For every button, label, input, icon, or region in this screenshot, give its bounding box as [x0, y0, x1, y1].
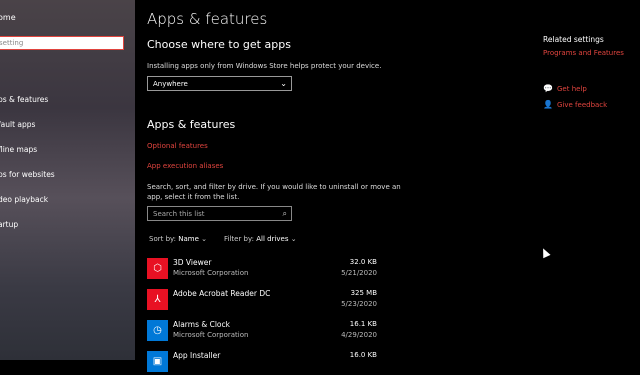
app-row[interactable]: ⅄ Adobe Acrobat Reader DC 325 MB 5/23/20…: [147, 287, 377, 313]
choose-heading: Choose where to get apps: [147, 38, 291, 51]
app-execution-aliases-link[interactable]: App execution aliases: [147, 162, 223, 170]
page-title: Apps & features: [147, 10, 268, 28]
sidebar-item-offline-maps[interactable]: fline maps: [0, 145, 37, 154]
box-icon: ▣: [147, 351, 168, 372]
chevron-down-icon: ⌄: [280, 79, 287, 88]
app-publisher: Microsoft Corporation: [173, 269, 249, 277]
mouse-cursor: [539, 246, 551, 259]
sidebar-item-default-apps[interactable]: fault apps: [0, 120, 35, 129]
app-date: 4/29/2020: [341, 331, 377, 339]
app-size: 325 MB: [350, 289, 377, 297]
give-feedback-label: Give feedback: [557, 101, 608, 109]
app-list-search-input[interactable]: Search this list ⌕: [147, 206, 292, 221]
app-date: 5/21/2020: [341, 269, 377, 277]
search-description-line2: app, select it from the list.: [147, 193, 240, 201]
get-help-label: Get help: [557, 85, 587, 93]
app-name: 3D Viewer: [173, 258, 212, 267]
give-feedback-link[interactable]: 👤 Give feedback: [543, 100, 607, 109]
app-name: App Installer: [173, 351, 221, 360]
app-row[interactable]: ◷ Alarms & Clock Microsoft Corporation 1…: [147, 318, 377, 344]
sidebar-item-video-playback[interactable]: deo playback: [0, 195, 48, 204]
programs-and-features-link[interactable]: Programs and Features: [543, 49, 624, 57]
sidebar-item-startup[interactable]: artup: [0, 220, 18, 229]
search-placeholder: Search this list: [153, 210, 205, 218]
sort-label: Sort by:: [149, 235, 177, 243]
main-panel: Apps & features Choose where to get apps…: [135, 0, 640, 372]
sidebar-home[interactable]: ome: [0, 13, 16, 22]
app-row[interactable]: ⬡ 3D Viewer Microsoft Corporation 32.0 K…: [147, 256, 377, 282]
get-help-link[interactable]: 💬 Get help: [543, 84, 587, 93]
sidebar-search-input[interactable]: setting: [0, 36, 124, 50]
app-size: 16.0 KB: [349, 351, 377, 359]
clock-icon: ◷: [147, 320, 168, 341]
section-heading: Apps & features: [147, 118, 236, 131]
sidebar-item-apps-features[interactable]: ps & features: [0, 95, 48, 104]
filter-label: Filter by:: [224, 235, 254, 243]
filter-control[interactable]: Filter by: All drives ⌄: [224, 235, 297, 243]
chevron-down-icon: ⌄: [290, 235, 297, 243]
related-settings-title: Related settings: [543, 35, 604, 44]
dropdown-value: Anywhere: [153, 80, 188, 88]
app-date: 5/23/2020: [341, 300, 377, 308]
optional-features-link[interactable]: Optional features: [147, 142, 208, 150]
search-icon: ⌕: [282, 209, 287, 218]
filter-value: All drives: [256, 235, 289, 243]
pdf-icon: ⅄: [147, 289, 168, 310]
app-row[interactable]: ▣ App Installer 16.0 KB: [147, 349, 377, 375]
cube-icon: ⬡: [147, 258, 168, 279]
app-source-dropdown[interactable]: Anywhere ⌄: [147, 76, 292, 91]
feedback-icon: 👤: [543, 100, 553, 109]
choose-description: Installing apps only from Windows Store …: [147, 62, 382, 70]
help-icon: 💬: [543, 84, 553, 93]
sidebar-search-placeholder: setting: [0, 39, 24, 47]
sort-control[interactable]: Sort by: Name ⌄: [149, 235, 207, 243]
app-name: Alarms & Clock: [173, 320, 230, 329]
sidebar-item-apps-for-websites[interactable]: ps for websites: [0, 170, 55, 179]
search-description-line1: Search, sort, and filter by drive. If yo…: [147, 183, 401, 191]
sidebar: ome setting ps & features fault apps fli…: [0, 0, 135, 360]
app-size: 32.0 KB: [349, 258, 377, 266]
app-name: Adobe Acrobat Reader DC: [173, 289, 271, 298]
chevron-down-icon: ⌄: [201, 235, 208, 243]
app-size: 16.1 KB: [349, 320, 377, 328]
app-publisher: Microsoft Corporation: [173, 331, 249, 339]
sort-value: Name: [178, 235, 199, 243]
